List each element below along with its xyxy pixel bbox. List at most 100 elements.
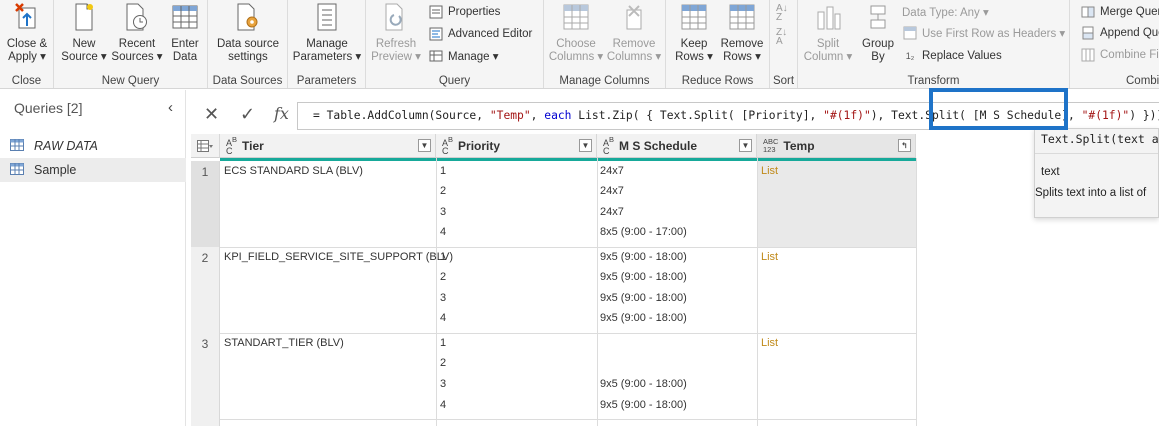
cell-schedule[interactable]: 9x5 (9:00 - 18:00)	[600, 378, 687, 390]
sort-ascending-button[interactable]: A↓ Z	[776, 4, 788, 23]
queries-header: Queries [2]	[14, 100, 83, 116]
append-queries-button[interactable]: Append Que	[1080, 24, 1159, 42]
data-type-dropdown[interactable]: Data Type: Any ▾	[902, 3, 989, 21]
group-sort: A↓ Z Z↓ A Sort	[770, 0, 798, 88]
cell-priority[interactable]: 4	[440, 226, 446, 238]
cell-priority[interactable]: 2	[440, 357, 446, 369]
use-first-row-headers-button[interactable]: Use First Row as Headers ▾	[902, 24, 1065, 42]
chevron-down-icon[interactable]: ▼	[418, 139, 431, 152]
refresh-preview-button[interactable]: Refresh Preview ▾	[370, 2, 422, 64]
choose-columns-button[interactable]: Choose Columns ▾	[549, 2, 603, 64]
commit-check-icon[interactable]: ✓	[240, 104, 255, 125]
cell-priority[interactable]: 3	[440, 292, 446, 304]
new-source-button[interactable]: New Source ▾	[60, 2, 108, 64]
cancel-icon[interactable]: ✕	[204, 104, 219, 125]
cell-tier[interactable]: ECS STANDARD SLA (BLV)	[224, 165, 363, 177]
intellisense-tooltip: Text.Split(text as text Splits text into…	[1034, 128, 1159, 218]
cell-priority[interactable]: 1	[440, 337, 446, 349]
group-new-query: New Source ▾ Recent Sources ▾ Enter Data…	[54, 0, 208, 88]
cell-priority[interactable]: 4	[440, 399, 446, 411]
cell-schedule[interactable]: 8x5 (9:00 - 17:00)	[600, 226, 687, 238]
group-by-button[interactable]: Group By	[856, 2, 900, 64]
row-divider	[220, 247, 916, 248]
cell-schedule[interactable]: 9x5 (9:00 - 18:00)	[600, 251, 687, 263]
cell-tier[interactable]: KPI_FIELD_SERVICE_SITE_SUPPORT (BLV)	[224, 251, 453, 263]
group-label-reduce-rows: Reduce Rows	[681, 75, 754, 87]
cell-schedule[interactable]: 9x5 (9:00 - 18:00)	[600, 271, 687, 283]
column-divider	[916, 158, 917, 426]
column-header-priority[interactable]: AB C Priority ▼	[436, 134, 597, 158]
cell-tier[interactable]: STANDART_TIER (BLV)	[224, 337, 344, 349]
cell-priority[interactable]: 3	[440, 206, 446, 218]
split-column-button[interactable]: Split Column ▾	[804, 2, 852, 64]
remove-columns-label: Remove Columns ▾	[606, 38, 662, 63]
group-data-sources: Data source settings Data Sources	[208, 0, 288, 88]
cell-temp-list-link[interactable]: List	[761, 165, 778, 177]
cell-schedule[interactable]: 24x7	[600, 206, 624, 218]
cell-priority[interactable]: 4	[440, 312, 446, 324]
chevron-down-icon[interactable]: ▼	[739, 139, 752, 152]
tooltip-parameter: text	[1041, 166, 1060, 178]
group-parameters: Manage Parameters ▾ Parameters	[288, 0, 366, 88]
group-label-close: Close	[11, 75, 42, 87]
formula-keyword: each	[544, 109, 572, 122]
formula-string: "#(1f)"	[1081, 109, 1130, 122]
cell-schedule[interactable]: 9x5 (9:00 - 18:00)	[600, 399, 687, 411]
append-icon	[1080, 25, 1096, 41]
advanced-editor-button[interactable]: Advanced Editor	[428, 25, 532, 43]
row-number[interactable]: 1	[191, 161, 220, 247]
expand-column-icon[interactable]: ↰	[898, 139, 911, 152]
properties-button[interactable]: Properties	[428, 3, 500, 21]
function-fx-icon[interactable]: fx	[274, 104, 289, 123]
remove-rows-button[interactable]: Remove Rows ▾	[718, 2, 766, 64]
query-item-raw-data[interactable]: RAW DATA	[0, 134, 186, 158]
merge-queries-button[interactable]: Merge Queri	[1080, 3, 1159, 21]
cell-priority[interactable]: 3	[440, 378, 446, 390]
enter-data-button[interactable]: Enter Data	[166, 2, 204, 64]
query-item-sample[interactable]: Sample	[0, 158, 186, 182]
keep-rows-label: Keep Rows ▾	[675, 38, 713, 63]
row-number[interactable]: 3	[191, 333, 220, 426]
data-source-settings-button[interactable]: Data source settings	[212, 2, 284, 64]
column-header-label: Priority	[458, 138, 501, 153]
remove-columns-button[interactable]: Remove Columns ▾	[606, 2, 662, 64]
cell-schedule[interactable]: 9x5 (9:00 - 18:00)	[600, 312, 687, 324]
recent-sources-button[interactable]: Recent Sources ▾	[110, 2, 164, 64]
close-apply-button[interactable]: Close & Apply ▾	[4, 2, 50, 64]
cell-temp-list-link[interactable]: List	[761, 251, 778, 263]
manage-button[interactable]: Manage ▾	[428, 47, 499, 65]
column-header-tier[interactable]: AB C Tier ▼	[220, 134, 436, 158]
group-transform: Split Column ▾ Group By Data Type: Any ▾…	[798, 0, 1070, 88]
column-header-ms-schedule[interactable]: AB C M S Schedule ▼	[597, 134, 757, 158]
replace-values-button[interactable]: 1₂ Replace Values	[902, 47, 1002, 65]
tooltip-signature: Text.Split(text as	[1041, 132, 1159, 146]
cell-schedule[interactable]: 24x7	[600, 165, 624, 177]
recent-sources-label: Recent Sources ▾	[111, 38, 163, 63]
row-number[interactable]: 2	[191, 247, 220, 333]
group-label-transform: Transform	[907, 75, 960, 87]
keep-rows-icon	[679, 2, 709, 32]
sort-descending-button[interactable]: Z↓ A	[776, 28, 787, 47]
chevron-down-icon[interactable]: ▼	[579, 139, 592, 152]
cell-priority[interactable]: 2	[440, 271, 446, 283]
cell-schedule[interactable]: 24x7	[600, 185, 624, 197]
split-column-label: Split Column ▾	[803, 38, 853, 63]
column-header-temp[interactable]: ABC 123 Temp ↰	[757, 134, 916, 158]
cell-priority[interactable]: 1	[440, 165, 446, 177]
close-apply-icon	[12, 2, 42, 32]
combine-files-button[interactable]: Combine Fil	[1080, 46, 1159, 64]
grid-corner-menu[interactable]	[191, 134, 220, 158]
cell-priority[interactable]: 1	[440, 251, 446, 263]
collapse-pane-icon[interactable]: ‹	[168, 99, 173, 116]
keep-rows-button[interactable]: Keep Rows ▾	[672, 2, 716, 64]
tooltip-divider	[1035, 153, 1158, 154]
group-combine: Merge Queri Append Que Combine Fil Combi…	[1070, 0, 1159, 88]
manage-parameters-button[interactable]: Manage Parameters ▾	[291, 2, 363, 64]
cell-schedule[interactable]: 9x5 (9:00 - 18:00)	[600, 292, 687, 304]
group-close: Close & Apply ▾ Close	[0, 0, 54, 88]
group-label-parameters: Parameters	[296, 75, 357, 87]
refresh-icon	[381, 2, 411, 32]
cell-temp-list-link[interactable]: List	[761, 337, 778, 349]
manage-table-icon	[428, 48, 444, 64]
cell-priority[interactable]: 2	[440, 185, 446, 197]
